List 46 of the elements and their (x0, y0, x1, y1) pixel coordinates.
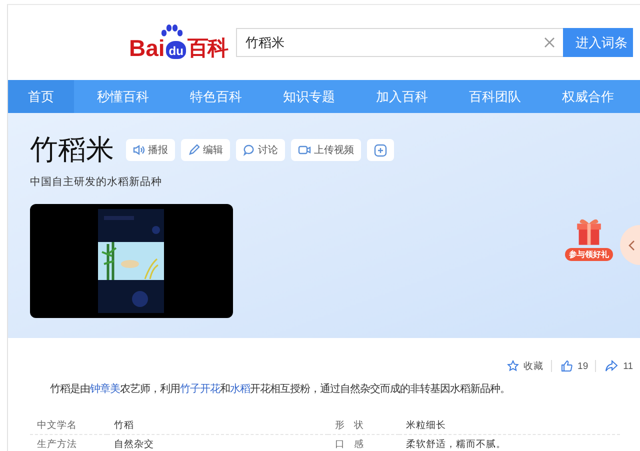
thumbs-up-icon (560, 360, 573, 372)
info-label: 生产方法 (30, 435, 107, 451)
clear-icon[interactable] (544, 37, 556, 48)
star-icon (506, 360, 519, 372)
like-button[interactable]: 19 (550, 360, 596, 372)
share-arrow-icon (605, 360, 618, 372)
search-field[interactable]: 竹稻米 (236, 28, 564, 57)
info-label: 形 状 (328, 416, 399, 435)
info-value: 竹稻 (107, 416, 328, 435)
nav-tab[interactable]: 加入百科 (358, 80, 446, 113)
link[interactable]: 竹子开花 (180, 383, 220, 395)
search-button[interactable]: 进入词条 (563, 28, 634, 57)
favorite-button[interactable]: 收藏 (498, 360, 551, 372)
video-camera-icon (298, 144, 311, 156)
nav-tab[interactable]: 特色百科 (172, 80, 260, 113)
add-icon (374, 144, 387, 156)
add-button[interactable] (367, 139, 394, 161)
toolbar-button[interactable]: 编辑 (181, 139, 230, 161)
entry-subtitle: 中国自主研发的水稻新品种 (30, 175, 162, 189)
nav-tab[interactable]: 秒懂百科 (79, 80, 167, 113)
info-value: 自然杂交 (107, 435, 328, 451)
nav-tab[interactable]: 百科团队 (451, 80, 539, 113)
speaker-icon (133, 144, 145, 156)
paw-icon (160, 24, 184, 36)
info-value: 柔软舒适，糯而不腻。 (399, 435, 620, 451)
logo-text: du (166, 40, 186, 58)
info-label: 口 感 (328, 435, 399, 451)
gift-label[interactable]: 参与领好礼 (565, 248, 613, 261)
toolbar-button[interactable]: 播报 (126, 139, 175, 161)
chat-bubble-icon (243, 144, 255, 156)
info-label: 中文学名 (30, 416, 107, 435)
nav-tab[interactable]: 权威合作 (544, 80, 632, 113)
link[interactable]: 钟章美 (90, 383, 120, 395)
toolbar-button[interactable]: 讨论 (236, 139, 285, 161)
summary-paragraph: 竹稻是由钟章美农艺师，利用竹子开花和水稻开花相互授粉，通过自然杂交而成的非转基因水稻新品种。 (49, 382, 511, 396)
entry-title: 竹稻米 (30, 133, 114, 167)
toolbar-button[interactable]: 上传视频 (291, 139, 361, 161)
logo-text: Bai (129, 36, 165, 60)
nav-tab[interactable]: 首页 (8, 80, 74, 113)
chevron-left-icon[interactable] (628, 240, 635, 251)
nav-tab[interactable]: 知识专题 (265, 80, 353, 113)
logo-text: 百科 (187, 36, 228, 60)
link[interactable]: 水稻 (230, 383, 250, 395)
share-button[interactable]: 11 (595, 360, 640, 372)
info-value: 米粒细长 (399, 416, 620, 435)
pencil-icon (188, 144, 200, 156)
